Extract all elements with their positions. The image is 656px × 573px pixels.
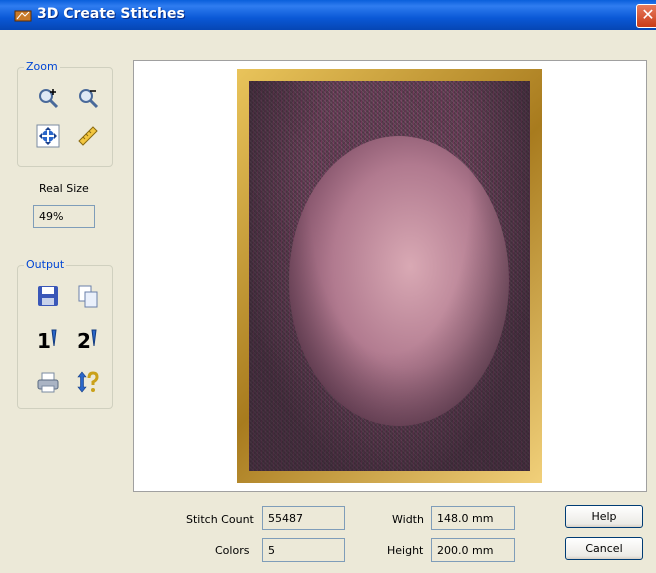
ruler-icon (78, 126, 98, 146)
portrait-shading (249, 81, 530, 471)
zoom-out-button[interactable] (73, 83, 103, 113)
zoom-out-icon (79, 89, 99, 109)
fit-to-window-button[interactable] (33, 121, 63, 151)
cancel-button[interactable]: Cancel (565, 537, 643, 560)
print-1-label: 1 (37, 329, 51, 353)
stitch-info-button[interactable] (73, 367, 103, 397)
zoom-in-icon (39, 89, 59, 109)
save-button[interactable] (33, 281, 63, 311)
zoom-group: Zoom (17, 60, 113, 167)
print-worksheet-1-button[interactable]: 1 (33, 325, 63, 355)
copy-icon (78, 285, 98, 308)
width-value: 148.0 mm (431, 506, 515, 530)
info-arrows-icon (77, 371, 99, 393)
close-button[interactable]: ✕ (636, 4, 656, 28)
print-button[interactable] (33, 367, 63, 397)
fit-arrows-icon (36, 124, 60, 148)
stitch-count-label: Stitch Count (186, 513, 254, 526)
height-value: 200.0 mm (431, 538, 515, 562)
floppy-disk-icon (38, 286, 58, 306)
print-2-icon: 2 (77, 329, 97, 353)
width-label: Width (392, 513, 424, 526)
output-group-label: Output (24, 258, 67, 271)
colors-value: 5 (262, 538, 345, 562)
real-size-button[interactable] (73, 121, 103, 151)
zoom-in-button[interactable] (33, 83, 63, 113)
stitch-app-icon (14, 10, 32, 22)
title-bar[interactable]: 3D Create Stitches ✕ (0, 0, 656, 30)
print-worksheet-2-button[interactable]: 2 (73, 325, 103, 355)
stitch-count-value: 55487 (262, 506, 345, 530)
stitched-portrait-image (249, 81, 530, 471)
colors-label: Colors (215, 544, 250, 557)
window-title: 3D Create Stitches (37, 6, 185, 22)
real-size-value: 49% (33, 205, 95, 228)
real-size-label: Real Size (39, 182, 89, 195)
print-1-icon: 1 (37, 329, 57, 353)
print-2-label: 2 (77, 329, 91, 353)
zoom-group-label: Zoom (24, 60, 60, 73)
printer-icon (37, 372, 59, 393)
height-label: Height (387, 544, 424, 557)
help-button[interactable]: Help (565, 505, 643, 528)
dialog-window: 3D Create Stitches ✕ Zoom Real Size 49% … (0, 0, 656, 573)
copy-button[interactable] (73, 281, 103, 311)
